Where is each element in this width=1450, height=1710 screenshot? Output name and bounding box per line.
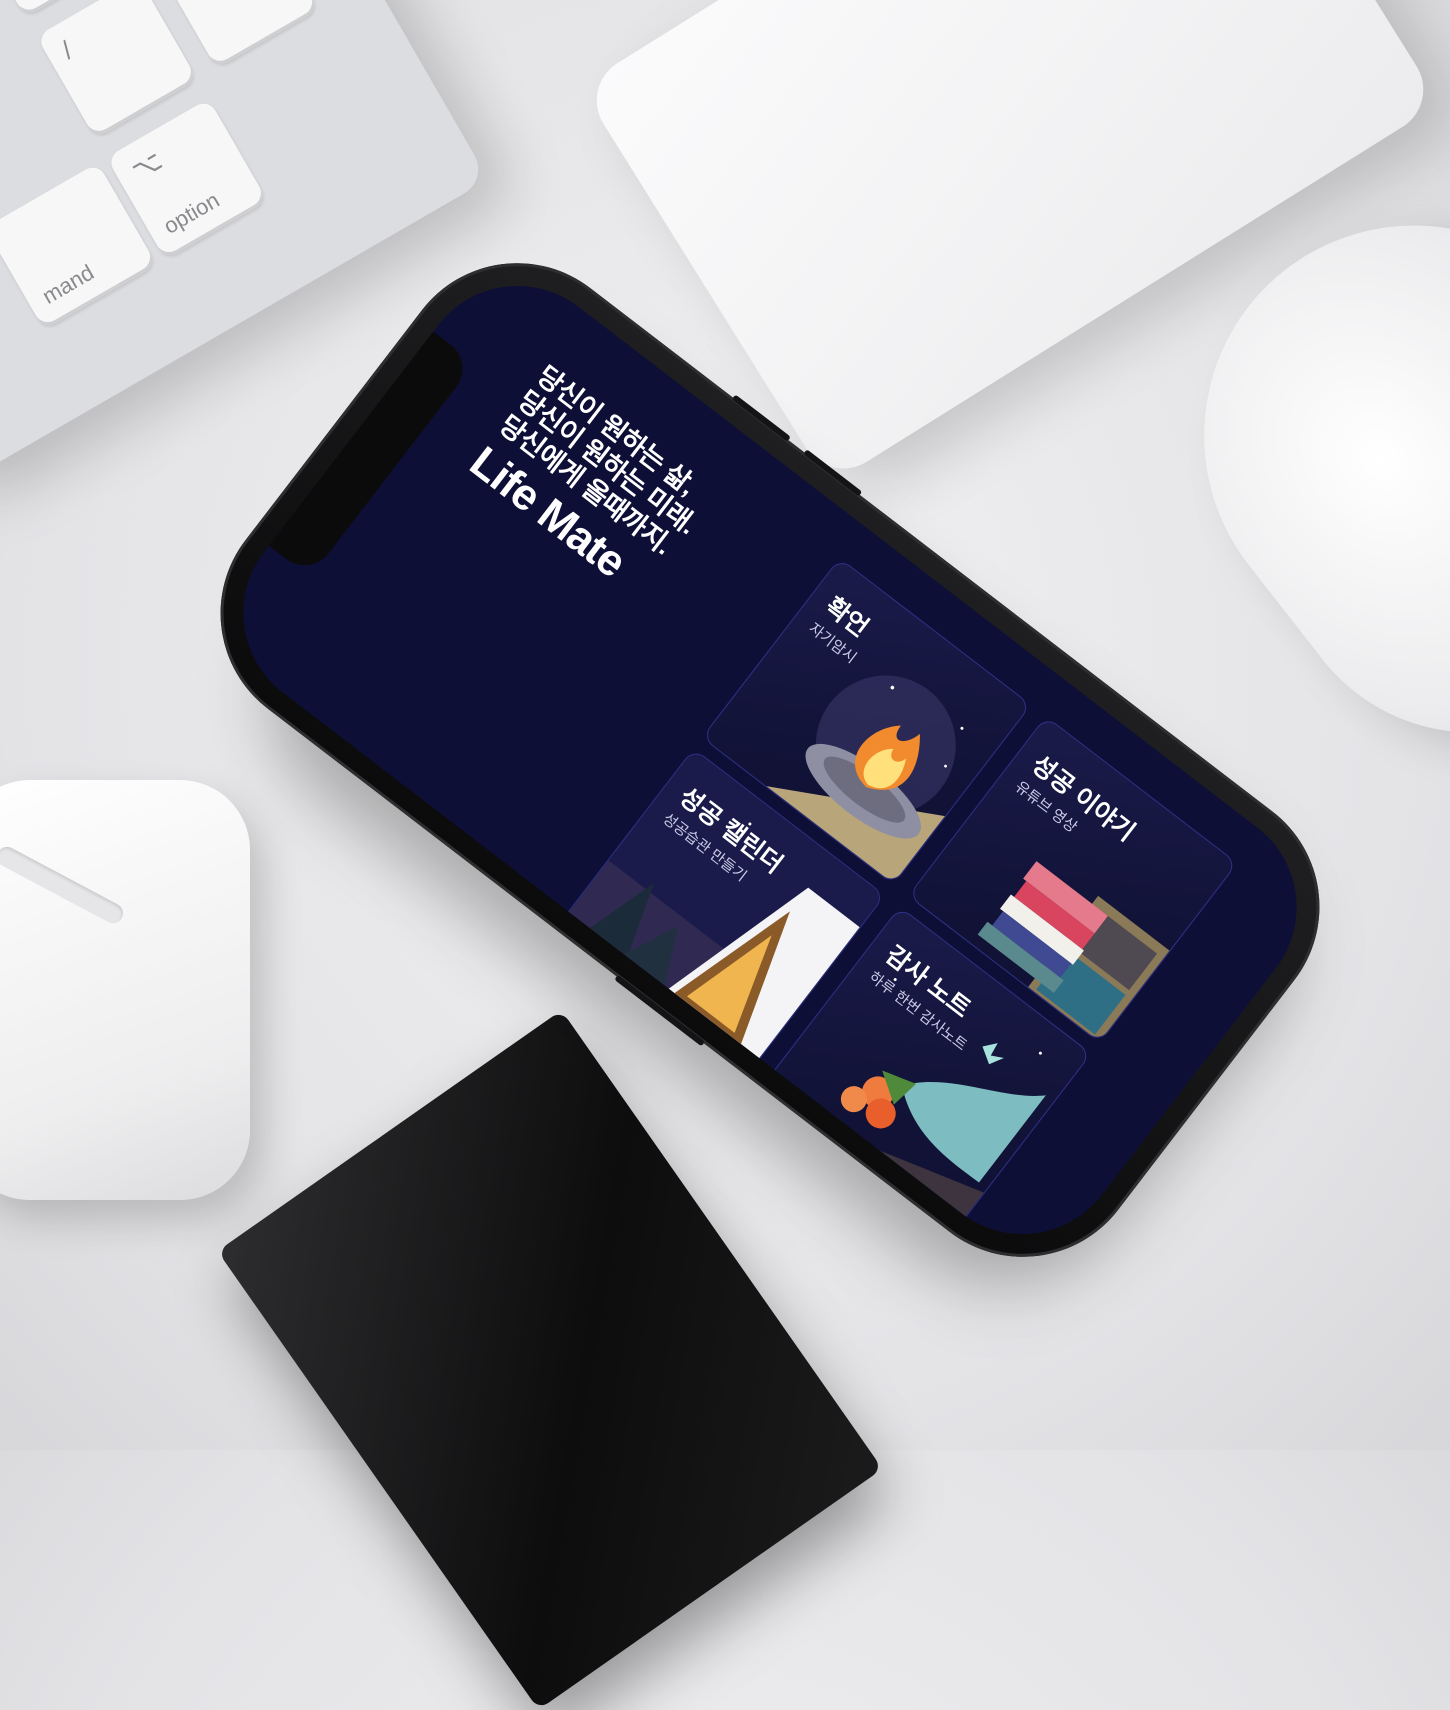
airpods-case <box>0 780 250 1200</box>
airpods-case-seam <box>0 843 127 927</box>
command-key-label: mand <box>37 259 99 309</box>
arrow-right-key-symbol: ▶ <box>177 0 299 48</box>
slash-key-symbol: / <box>56 35 78 65</box>
